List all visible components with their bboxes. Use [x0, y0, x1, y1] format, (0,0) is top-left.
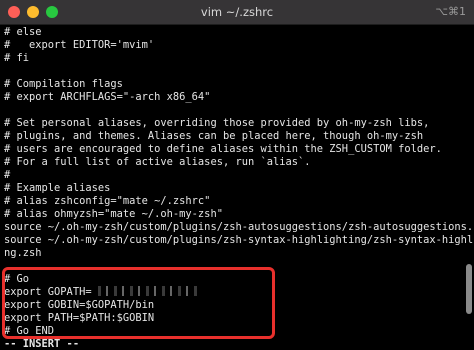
- code-line: # For a full list of active aliases, run…: [4, 156, 311, 168]
- terminal-window: vim ~/.zshrc ⌥⌘1 # else # export EDITOR=…: [0, 0, 474, 350]
- code-line: # users are encouraged to define aliases…: [4, 143, 442, 155]
- code-line: # fi: [4, 52, 30, 64]
- title-bar[interactable]: vim ~/.zshrc ⌥⌘1: [0, 0, 474, 25]
- scrollbar-thumb[interactable]: [466, 264, 472, 314]
- window-shortcut: ⌥⌘1: [435, 5, 466, 18]
- highlight-annotation: [2, 267, 275, 339]
- code-line: source ~/.oh-my-zsh/custom/plugins/zsh-a…: [4, 221, 474, 233]
- code-line: # else: [4, 26, 42, 38]
- code-line: # alias zshconfig="mate ~/.zshrc": [4, 195, 211, 207]
- window-title: vim ~/.zshrc: [200, 5, 274, 19]
- code-line: #: [4, 169, 11, 181]
- code-line: # Set personal aliases, overriding those…: [4, 117, 430, 129]
- code-line: ng.zsh: [4, 247, 42, 259]
- code-line: # Example aliases: [4, 182, 111, 194]
- code-line: source ~/.oh-my-zsh/custom/plugins/zsh-s…: [4, 234, 474, 246]
- code-line: # Compilation flags: [4, 78, 123, 90]
- code-line: # export ARCHFLAGS="-arch x86_64": [4, 91, 211, 103]
- code-line: # export EDITOR='mvim': [4, 39, 155, 51]
- code-line: # alias ohmyzsh="mate ~/.oh-my-zsh": [4, 208, 223, 220]
- vim-editor[interactable]: # else # export EDITOR='mvim' # fi # Com…: [0, 25, 474, 350]
- vim-mode-indicator: -- INSERT --: [4, 338, 80, 350]
- code-line: # plugins, and themes. Aliases can be pl…: [4, 130, 424, 142]
